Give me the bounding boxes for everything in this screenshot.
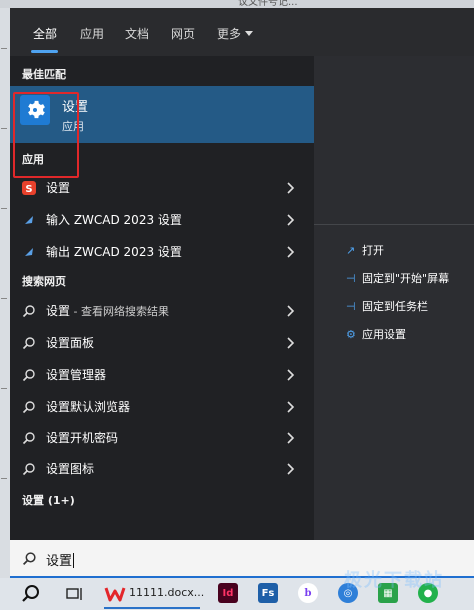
taskbar-search-icon[interactable] (20, 583, 42, 605)
background-window-title: 议文件号记... (238, 0, 298, 8)
chevron-down-icon (245, 31, 254, 36)
web-result-label: 设置图标 (46, 462, 95, 476)
chevron-right-icon[interactable] (286, 461, 296, 475)
section-web: 搜索网页 (22, 275, 66, 288)
web-result[interactable]: 设置图标 (10, 453, 314, 483)
wps-icon[interactable] (104, 583, 126, 605)
background-window-edge (0, 8, 10, 578)
app-result-label: 输出 ZWCAD 2023 设置 (46, 245, 182, 259)
search-icon (22, 399, 36, 414)
app-result-label: 设置 (46, 181, 71, 195)
active-tab-indicator (31, 50, 58, 53)
context-pin-taskbar[interactable]: ⊣ 固定到任务栏 (346, 298, 428, 314)
tab-more-label: 更多 (217, 27, 242, 41)
tab-more[interactable]: 更多 (217, 25, 254, 42)
web-result-label: 设置 - 查看网络搜索结果 (46, 304, 169, 318)
tab-documents[interactable]: 文档 (125, 25, 149, 42)
section-best-match: 最佳匹配 (22, 68, 66, 81)
task-view-icon[interactable] (64, 583, 84, 605)
tab-apps[interactable]: 应用 (80, 25, 104, 42)
web-result[interactable]: 设置面板 (10, 327, 314, 357)
web-result[interactable]: 设置默认浏览器 (10, 391, 314, 421)
zwcad-icon (22, 244, 36, 258)
sogou-icon: S (22, 180, 36, 195)
preview-divider (314, 224, 474, 225)
chevron-right-icon[interactable] (286, 367, 296, 381)
pin-icon: ⊣ (346, 300, 356, 313)
tab-all[interactable]: 全部 (33, 25, 57, 42)
chevron-right-icon[interactable] (286, 180, 296, 194)
context-app-settings[interactable]: ⚙ 应用设置 (346, 326, 406, 342)
chevron-right-icon[interactable] (286, 303, 296, 317)
web-result-label: 设置开机密码 (46, 431, 119, 445)
active-window-indicator (104, 607, 200, 609)
web-result[interactable]: 设置管理器 (10, 359, 314, 389)
svg-text:S: S (25, 184, 32, 195)
search-icon (22, 551, 37, 570)
search-icon (22, 367, 36, 382)
fs-app-icon[interactable]: Fs (258, 583, 278, 603)
indesign-icon[interactable]: Id (218, 583, 238, 603)
zwcad-icon (22, 212, 36, 226)
gear-icon: ⚙ (346, 328, 356, 341)
search-query: 设置 (46, 553, 75, 569)
chevron-right-icon[interactable] (286, 335, 296, 349)
wps-window-label[interactable]: 11111.docx... (129, 586, 204, 599)
search-icon (22, 430, 36, 445)
chevron-right-icon[interactable] (286, 212, 296, 226)
app-result-zwcad-import[interactable]: 输入 ZWCAD 2023 设置 (10, 204, 314, 234)
app-result-zwcad-export[interactable]: 输出 ZWCAD 2023 设置 (10, 236, 314, 266)
search-icon (22, 461, 36, 476)
web-result[interactable]: 设置开机密码 (10, 422, 314, 452)
chevron-right-icon[interactable] (286, 244, 296, 258)
context-pin-start[interactable]: ⊣ 固定到"开始"屏幕 (346, 270, 449, 286)
pin-icon: ⊣ (346, 272, 356, 285)
open-icon: ↗ (346, 244, 356, 257)
search-icon (22, 335, 36, 350)
app-result-settings[interactable]: S 设置 (10, 172, 314, 202)
web-result-label: 设置管理器 (46, 368, 107, 382)
web-result-label: 设置默认浏览器 (46, 400, 131, 414)
background-window-strip: 议文件号记... (0, 0, 474, 8)
search-icon (22, 303, 36, 318)
search-filter-tabs: 全部 应用 文档 网页 更多 (10, 8, 474, 56)
watermark: 极光下载站 (344, 570, 444, 591)
annotation-highlight-box (13, 92, 79, 178)
app-result-label: 输入 ZWCAD 2023 设置 (46, 213, 182, 227)
section-settings[interactable]: 设置 (1+) (22, 492, 75, 508)
chevron-right-icon[interactable] (286, 399, 296, 413)
browser-icon[interactable]: b (298, 583, 318, 603)
web-result-label: 设置面板 (46, 336, 95, 350)
context-open[interactable]: ↗ 打开 (346, 242, 384, 258)
chevron-right-icon[interactable] (286, 430, 296, 444)
tab-web[interactable]: 网页 (171, 25, 195, 42)
web-result[interactable]: 设置 - 查看网络搜索结果 (10, 295, 314, 325)
